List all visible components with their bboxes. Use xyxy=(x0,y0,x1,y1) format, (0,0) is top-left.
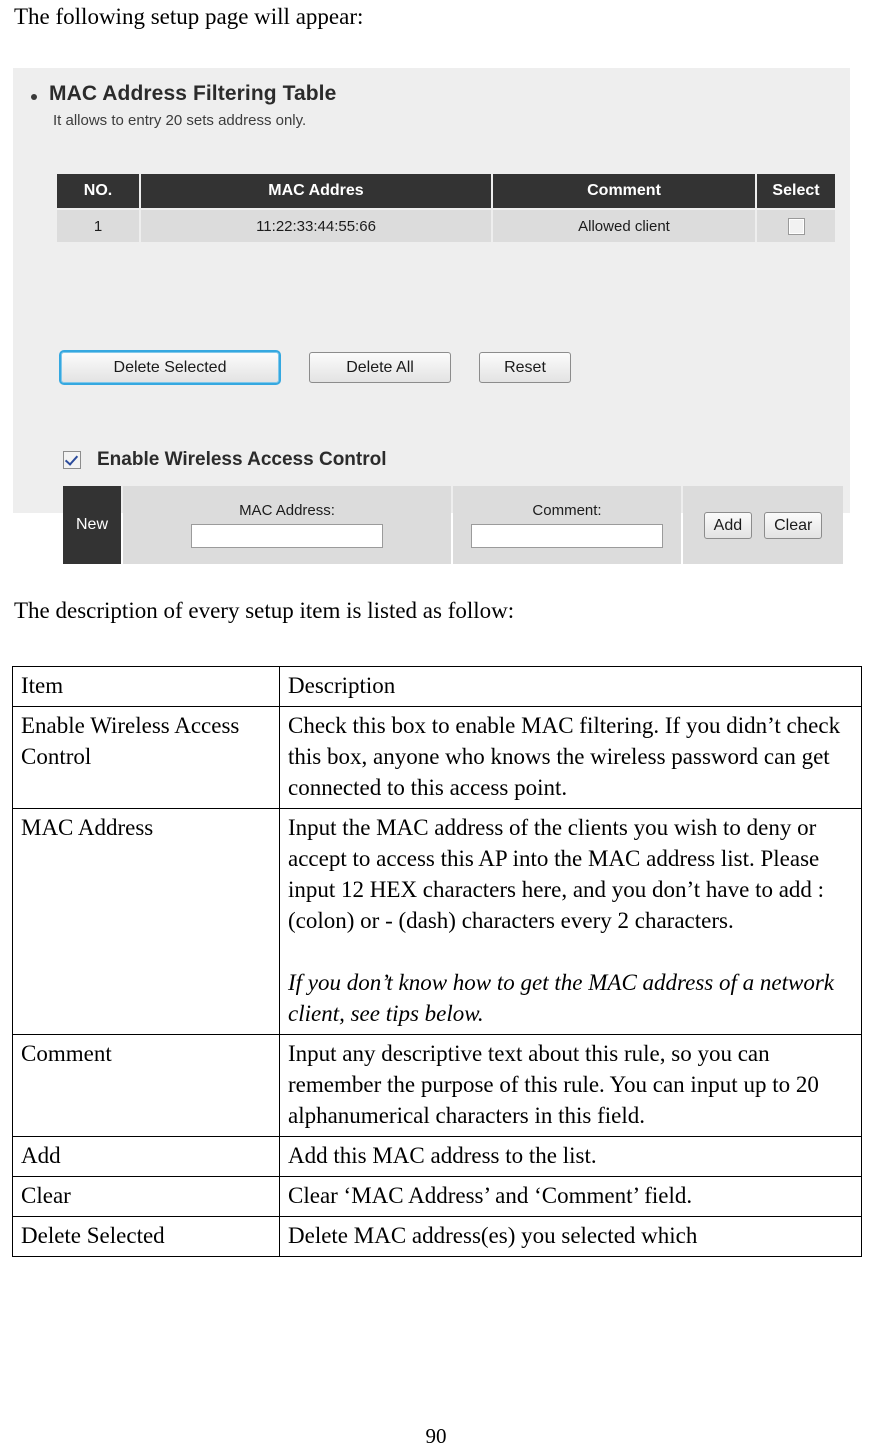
table-row: Comment Input any descriptive text about… xyxy=(12,1034,862,1137)
new-mac-address-cell: MAC Address: xyxy=(123,486,451,564)
description-text: Input the MAC address of the clients you… xyxy=(288,815,825,933)
table-row: 1 11:22:33:44:55:66 Allowed client xyxy=(57,210,835,242)
new-mac-address-input[interactable] xyxy=(191,524,383,548)
column-header-select: Select xyxy=(757,174,835,208)
mac-address-filtering-table: NO. MAC Addres Comment Select 1 11:22:33… xyxy=(55,172,837,244)
row-item-label: Comment xyxy=(12,1034,280,1137)
new-comment-input[interactable] xyxy=(471,524,663,548)
table-row: Enable Wireless Access Control Check thi… xyxy=(12,706,862,809)
description-text: Delete MAC address(es) you selected whic… xyxy=(288,1223,698,1248)
cell-mac: 11:22:33:44:55:66 xyxy=(141,210,491,242)
table-action-buttons: Delete Selected Delete All Reset xyxy=(59,350,571,385)
new-row-label: New xyxy=(63,486,121,564)
row-item-label: Clear xyxy=(12,1176,280,1217)
new-entry-buttons: Add Clear xyxy=(683,486,843,564)
description-text: Add this MAC address to the list. xyxy=(288,1143,597,1168)
cell-select xyxy=(757,210,835,242)
row-description: Input the MAC address of the clients you… xyxy=(279,808,862,1035)
cell-no: 1 xyxy=(57,210,139,242)
reset-button[interactable]: Reset xyxy=(479,352,571,383)
table-row: Add Add this MAC address to the list. xyxy=(12,1136,862,1177)
table-header-row: NO. MAC Addres Comment Select xyxy=(57,174,835,208)
description-text: Check this box to enable MAC filtering. … xyxy=(288,713,841,800)
enable-wireless-access-control-row[interactable]: Enable Wireless Access Control xyxy=(63,449,387,471)
column-header-no: NO. xyxy=(57,174,139,208)
column-header-mac: MAC Addres xyxy=(141,174,491,208)
cell-comment: Allowed client xyxy=(493,210,755,242)
row-item-label: MAC Address xyxy=(12,808,280,1035)
description-italic-note: If you don’t know how to get the MAC add… xyxy=(288,970,834,1026)
column-header-description: Description xyxy=(279,666,862,707)
table-row: Delete Selected Delete MAC address(es) y… xyxy=(12,1216,862,1257)
description-text: Clear ‘MAC Address’ and ‘Comment’ field. xyxy=(288,1183,693,1208)
delete-selected-button[interactable]: Delete Selected xyxy=(59,350,281,385)
delete-all-button[interactable]: Delete All xyxy=(309,352,451,383)
router-setup-screenshot: MAC Address Filtering Table It allows to… xyxy=(13,68,850,564)
clear-button[interactable]: Clear xyxy=(764,511,823,539)
new-entry-row: New MAC Address: Comment: Add Clear xyxy=(63,486,843,564)
table-header-row: Item Description xyxy=(12,666,862,707)
enable-access-control-checkbox[interactable] xyxy=(63,451,81,469)
row-description: Add this MAC address to the list. xyxy=(279,1136,862,1177)
page-number: 90 xyxy=(425,1424,447,1448)
description-intro-paragraph: The description of every setup item is l… xyxy=(14,598,515,623)
table-row: Clear Clear ‘MAC Address’ and ‘Comment’ … xyxy=(12,1176,862,1217)
intro-paragraph: The following setup page will appear: xyxy=(14,4,364,29)
add-button[interactable]: Add xyxy=(703,511,753,539)
row-description: Clear ‘MAC Address’ and ‘Comment’ field. xyxy=(279,1176,862,1217)
new-comment-caption: Comment: xyxy=(532,502,602,519)
row-item-label: Add xyxy=(12,1136,280,1177)
row-item-label: Enable Wireless Access Control xyxy=(12,706,280,809)
bullet-icon xyxy=(31,94,37,100)
new-comment-cell: Comment: xyxy=(453,486,681,564)
panel-title-row: MAC Address Filtering Table xyxy=(31,82,336,106)
column-header-comment: Comment xyxy=(493,174,755,208)
enable-access-control-label: Enable Wireless Access Control xyxy=(97,449,387,470)
description-text: Input any descriptive text about this ru… xyxy=(288,1041,819,1128)
table-row: MAC Address Input the MAC address of the… xyxy=(12,808,862,1035)
row-description: Check this box to enable MAC filtering. … xyxy=(279,706,862,809)
column-header-item: Item xyxy=(12,666,280,707)
row-description: Delete MAC address(es) you selected whic… xyxy=(279,1216,862,1257)
setup-item-description-table: Item Description Enable Wireless Access … xyxy=(12,666,862,1257)
panel-subtitle: It allows to entry 20 sets address only. xyxy=(53,112,307,129)
row-item-label: Delete Selected xyxy=(12,1216,280,1257)
new-mac-address-caption: MAC Address: xyxy=(239,502,335,519)
row-select-checkbox[interactable] xyxy=(787,217,805,235)
panel-title: MAC Address Filtering Table xyxy=(49,82,337,105)
row-description: Input any descriptive text about this ru… xyxy=(279,1034,862,1137)
